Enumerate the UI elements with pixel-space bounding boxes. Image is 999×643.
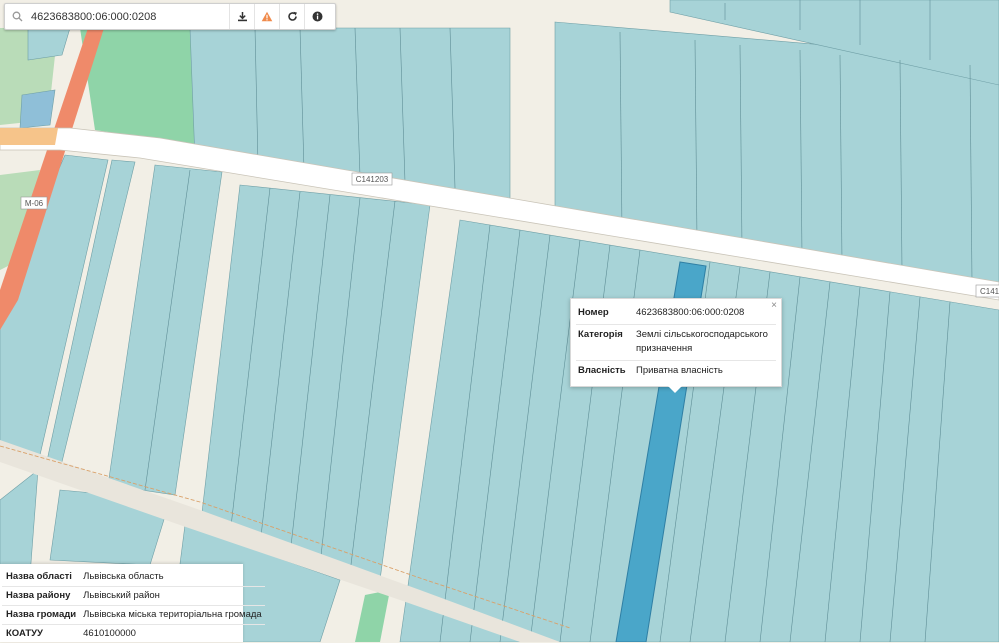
info-button[interactable]: [304, 4, 329, 29]
popup-value: 4623683800:06:000:0208: [634, 303, 776, 325]
close-icon[interactable]: ×: [771, 300, 777, 311]
popup-value: Землі сільськогосподарського призначення: [634, 325, 776, 361]
popup-key: Власність: [576, 361, 634, 383]
info-icon: [312, 11, 323, 22]
popup-key: Категорія: [576, 325, 634, 361]
info-value: Львівський район: [79, 587, 265, 606]
info-row-koatuu: КОАТУУ 4610100000: [2, 625, 265, 643]
search-icon[interactable]: [5, 4, 29, 29]
info-value: Львівська міська територіальна громада: [79, 606, 265, 625]
popup-row-number: Номер 4623683800:06:000:0208: [576, 303, 776, 325]
cadastral-number-input[interactable]: [29, 6, 229, 28]
svg-text:М-06: М-06: [25, 199, 44, 208]
road-label-c141203: С141203: [352, 173, 392, 185]
search-bar: [4, 3, 336, 30]
info-key: Назва району: [2, 587, 79, 606]
region-info-panel: Назва області Львівська область Назва ра…: [0, 564, 243, 642]
parcel-block[interactable]: [20, 90, 55, 128]
popup-row-ownership: Власність Приватна власність: [576, 361, 776, 383]
warning-icon: [261, 11, 273, 22]
popup-row-category: Категорія Землі сільськогосподарського п…: [576, 325, 776, 361]
popup-key: Номер: [576, 303, 634, 325]
svg-text:С141: С141: [980, 287, 999, 296]
parcel-info-popup: × Номер 4623683800:06:000:0208 Категорія…: [570, 298, 782, 387]
info-value: Львівська область: [79, 568, 265, 587]
svg-text:С141203: С141203: [356, 175, 389, 184]
info-key: Назва громади: [2, 606, 79, 625]
info-value: 4610100000: [79, 625, 265, 643]
info-row-region: Назва області Львівська область: [2, 568, 265, 587]
refresh-icon: [287, 11, 298, 22]
info-row-district: Назва району Львівський район: [2, 587, 265, 606]
popup-pointer: [668, 386, 682, 393]
cadastral-map[interactable]: М-06 С141203 С141: [0, 0, 999, 642]
road-label-c141-right: С141: [976, 285, 999, 297]
info-key: КОАТУУ: [2, 625, 79, 643]
road-junction: [0, 128, 58, 145]
road-label-m06: М-06: [21, 197, 47, 209]
info-key: Назва області: [2, 568, 79, 587]
warning-button[interactable]: [254, 4, 279, 29]
popup-value: Приватна власність: [634, 361, 776, 383]
refresh-button[interactable]: [279, 4, 304, 29]
download-button[interactable]: [229, 4, 254, 29]
download-icon: [237, 11, 248, 22]
info-row-community: Назва громади Львівська міська територіа…: [2, 606, 265, 625]
